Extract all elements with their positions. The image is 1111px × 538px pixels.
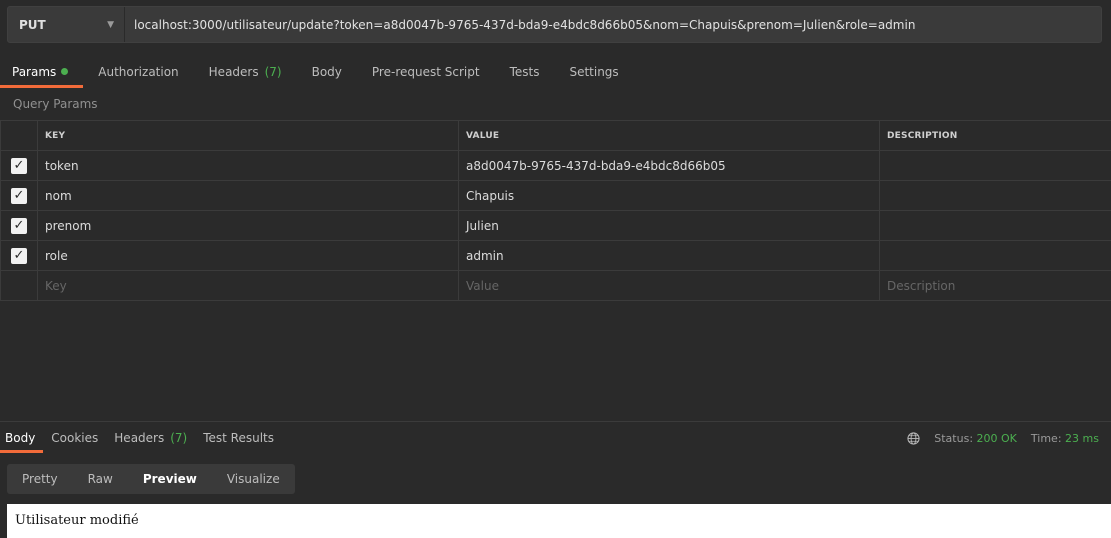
method-dropdown[interactable]: PUT ▼ [8,7,125,42]
empty-checkbox-cell [0,270,38,301]
request-tabs: Params Authorization Headers (7) Body Pre… [0,56,634,88]
response-preview: Utilisateur modifié [7,504,1111,538]
status-label: Status: [934,431,974,445]
checkmark-icon: ✓ [11,247,27,264]
method-label: PUT [19,17,46,32]
time-value: 23 ms [1065,431,1099,445]
param-description[interactable] [879,240,1111,271]
query-params-table: KEY VALUE DESCRIPTION ✓ token a8d0047b-9… [0,120,1111,301]
tab-tests[interactable]: Tests [495,56,555,88]
tab-label: Test Results [203,431,275,445]
param-key[interactable]: nom [37,180,459,211]
status-indicator: Status: 200 OK [934,432,1017,445]
active-dot-icon [61,68,69,75]
tab-label: Headers [114,431,165,445]
headers-count: (7) [170,431,188,445]
param-description[interactable] [879,210,1111,241]
tab-headers[interactable]: Headers (7) [194,56,297,88]
row-checkbox[interactable]: ✓ [0,150,38,181]
tab-body[interactable]: Body [297,56,357,88]
param-value[interactable]: a8d0047b-9765-437d-bda9-e4bdc8d66b05 [458,150,880,181]
param-key[interactable]: prenom [37,210,459,241]
checkmark-icon: ✓ [11,187,27,204]
chevron-down-icon: ▼ [107,19,114,30]
view-pretty[interactable]: Pretty [7,464,73,494]
param-key[interactable]: role [37,240,459,271]
tab-cookies[interactable]: Cookies [43,423,106,453]
value-column-header: VALUE [458,120,880,151]
status-value: 200 OK [976,431,1017,445]
table-header-row: KEY VALUE DESCRIPTION [0,120,1111,151]
globe-icon[interactable] [907,431,920,445]
tab-label: Body [311,65,342,79]
table-row: ✓ prenom Julien [0,210,1111,241]
view-visualize[interactable]: Visualize [212,464,295,494]
tab-label: Pre-request Script [371,65,480,79]
tab-response-body[interactable]: Body [0,423,44,453]
tab-test-results[interactable]: Test Results [195,423,282,453]
tab-label: Headers [208,65,259,79]
view-raw[interactable]: Raw [73,464,128,494]
tab-label: Body [5,431,36,445]
preview-text: Utilisateur modifié [15,513,139,528]
checkmark-icon: ✓ [11,217,27,234]
checkmark-icon: ✓ [11,157,27,174]
tab-label: Authorization [98,65,179,79]
pane-divider[interactable] [0,421,1111,422]
key-column-header: KEY [37,120,459,151]
param-value[interactable]: Chapuis [458,180,880,211]
time-indicator: Time: 23 ms [1031,432,1099,445]
table-row: ✓ token a8d0047b-9765-437d-bda9-e4bdc8d6… [0,150,1111,181]
time-label: Time: [1030,431,1062,445]
new-param-row: Key Value Description [0,270,1111,301]
row-checkbox[interactable]: ✓ [0,180,38,211]
param-key[interactable]: token [37,150,459,181]
description-column-header: DESCRIPTION [879,120,1111,151]
tab-authorization[interactable]: Authorization [83,56,193,88]
new-description-input[interactable]: Description [879,270,1111,301]
request-url-bar: PUT ▼ localhost:3000/utilisateur/update?… [7,6,1102,43]
checkbox-column-header [0,120,38,151]
headers-count: (7) [264,65,282,79]
param-description[interactable] [879,150,1111,181]
new-value-input[interactable]: Value [458,270,880,301]
new-key-input[interactable]: Key [37,270,459,301]
param-value[interactable]: admin [458,240,880,271]
view-preview[interactable]: Preview [128,464,212,494]
table-row: ✓ nom Chapuis [0,180,1111,211]
view-mode-tabs: Pretty Raw Preview Visualize [7,464,295,494]
tab-label: Tests [509,65,540,79]
response-tabs: Body Cookies Headers (7) Test Results [0,423,282,453]
row-checkbox[interactable]: ✓ [0,240,38,271]
row-checkbox[interactable]: ✓ [0,210,38,241]
param-value[interactable]: Julien [458,210,880,241]
tab-label: Settings [569,65,619,79]
tab-params[interactable]: Params [0,56,84,88]
query-params-title: Query Params [13,97,98,111]
param-description[interactable] [879,180,1111,211]
tab-pre-request-script[interactable]: Pre-request Script [357,56,495,88]
tab-settings[interactable]: Settings [554,56,633,88]
table-row: ✓ role admin [0,240,1111,271]
url-input[interactable]: localhost:3000/utilisateur/update?token=… [125,18,1101,32]
tab-label: Params [12,65,57,79]
response-status: Status: 200 OK Time: 23 ms [907,423,1099,453]
tab-label: Cookies [51,431,99,445]
tab-response-headers[interactable]: Headers (7) [106,423,195,453]
